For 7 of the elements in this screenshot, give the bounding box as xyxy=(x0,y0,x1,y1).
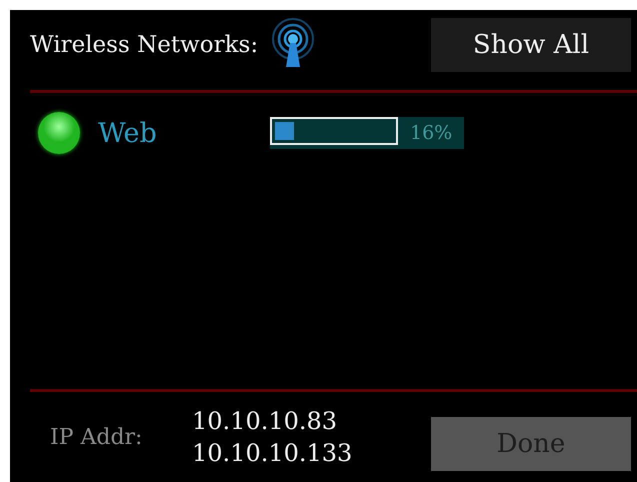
ip-address: 10.10.10.83 xyxy=(192,406,338,437)
network-name[interactable]: Web xyxy=(98,118,270,148)
signal-reading: 16% xyxy=(409,121,454,146)
ip-label: IP Addr: xyxy=(50,424,144,450)
show-all-button[interactable]: Show All xyxy=(431,18,631,72)
header-title: Wireless Networks: xyxy=(30,32,258,58)
ip-address: 10.10.10.133 xyxy=(192,438,352,469)
